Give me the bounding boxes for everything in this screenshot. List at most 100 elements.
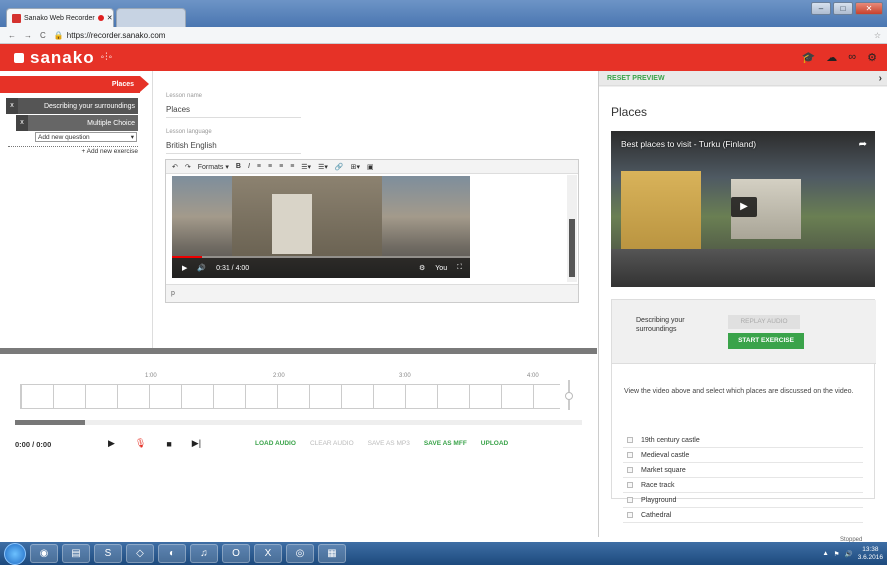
bullet-list-icon[interactable]: ☰▾	[301, 163, 311, 171]
list-item[interactable]: Playground	[623, 493, 863, 508]
reload-icon[interactable]: C	[40, 31, 46, 40]
rich-text-editor: ↶ ↷ Formats ▾ B I ≡ ≡ ≡ ≡ ☰▾ ☰▾ 🔗 ⊞▾ ▣ ▶…	[165, 159, 579, 303]
tree-lesson-places[interactable]: Places	[0, 76, 149, 93]
network-icon[interactable]: ▲	[822, 550, 828, 557]
skype-icon[interactable]: S	[94, 544, 122, 563]
add-question-select[interactable]: Add new question ▾	[35, 132, 137, 142]
play-icon[interactable]: ▶	[108, 438, 115, 449]
start-exercise-button[interactable]: START EXERCISE	[728, 333, 804, 349]
browser-tab-inactive[interactable]	[116, 8, 186, 27]
remove-exercise-button[interactable]: x	[6, 98, 18, 114]
checkbox[interactable]	[627, 452, 633, 458]
start-button[interactable]	[4, 542, 26, 565]
list-item[interactable]: Medieval castle	[623, 448, 863, 463]
list-item[interactable]: Market square	[623, 463, 863, 478]
gear-icon[interactable]: ⚙	[419, 264, 425, 272]
checkbox[interactable]	[627, 497, 633, 503]
align-center-icon[interactable]: ≡	[268, 163, 272, 170]
tree-question-row[interactable]: x Multiple Choice	[16, 115, 138, 131]
list-item[interactable]: 19th century castle	[623, 433, 863, 448]
link-icon[interactable]: ∞	[848, 51, 856, 64]
lesson-language-select[interactable]: British English	[166, 141, 301, 154]
bookmark-star-icon[interactable]: ☆	[874, 31, 881, 40]
load-audio-button[interactable]: LOAD AUDIO	[255, 440, 296, 447]
lesson-name-label: Lesson name	[166, 93, 203, 99]
undo-icon[interactable]: ↶	[172, 163, 178, 171]
system-tray: ▲ ⚑ 🔊 13:38 3.6.2016	[822, 542, 883, 565]
flag-icon[interactable]: ⚑	[834, 550, 840, 558]
volume-icon[interactable]: 🔊	[197, 264, 206, 272]
clock[interactable]: 13:38 3.6.2016	[858, 546, 883, 562]
excel-icon[interactable]: X	[254, 544, 282, 563]
add-exercise-link[interactable]: + Add new exercise	[8, 146, 138, 156]
youtube-video[interactable]: Best places to visit - Turku (Finland) ➦…	[611, 131, 875, 287]
microphone-icon[interactable]: 🎙	[135, 438, 146, 449]
remove-question-button[interactable]: x	[16, 115, 28, 131]
close-window-button[interactable]: ✕	[855, 2, 883, 15]
lesson-name-input[interactable]: Places	[166, 105, 301, 118]
formats-dropdown[interactable]: Formats ▾	[198, 163, 229, 171]
volume-slider-knob[interactable]	[565, 392, 573, 400]
tree-exercise-row[interactable]: x Describing your surroundings	[6, 98, 138, 114]
align-left-icon[interactable]: ≡	[257, 163, 261, 170]
checkbox[interactable]	[627, 482, 633, 488]
cloud-icon[interactable]: ☁	[826, 51, 837, 64]
checkbox[interactable]	[627, 512, 633, 518]
chevron-down-icon: ▾	[130, 134, 134, 141]
list-item[interactable]: Cathedral	[623, 508, 863, 523]
stop-icon[interactable]: ■	[166, 439, 171, 449]
graduation-cap-icon[interactable]: 🎓	[802, 51, 816, 64]
align-right-icon[interactable]: ≡	[279, 163, 283, 170]
app-icon[interactable]: ▦	[318, 544, 346, 563]
chrome-icon[interactable]: ◎	[286, 544, 314, 563]
app-icon[interactable]: ◇	[126, 544, 154, 563]
share-icon[interactable]: ➦	[859, 139, 867, 150]
editor-scrollbar-thumb[interactable]	[569, 219, 575, 277]
checkbox[interactable]	[627, 467, 633, 473]
audio-scrub-bar[interactable]	[15, 420, 582, 425]
speaker-icon[interactable]: 🔊	[845, 550, 853, 558]
embedded-video[interactable]: ▶ 🔊 0:31 / 4:00 ⚙ You ⛶	[172, 176, 470, 278]
table-icon[interactable]: ⊞▾	[351, 163, 360, 171]
back-arrow-icon[interactable]: ←	[8, 31, 16, 40]
reset-preview-button[interactable]: RESET PREVIEW	[607, 75, 665, 82]
numbered-list-icon[interactable]: ☰▾	[318, 163, 328, 171]
maximize-button[interactable]: □	[833, 2, 853, 15]
checkbox[interactable]	[627, 437, 633, 443]
clear-audio-button[interactable]: CLEAR AUDIO	[310, 440, 354, 447]
play-button-icon[interactable]: ▶	[731, 197, 757, 217]
media-icon[interactable]: ▣	[367, 163, 374, 171]
browser-tab-active[interactable]: Sanako Web Recorder ✕	[6, 8, 114, 27]
skip-end-icon[interactable]: ▶|	[192, 438, 201, 449]
editor-scrollbar[interactable]	[567, 175, 577, 282]
video-title[interactable]: Best places to visit - Turku (Finland)	[621, 139, 821, 149]
upload-button[interactable]: UPLOAD	[481, 440, 508, 447]
tab-close-icon[interactable]: ✕	[107, 14, 113, 22]
save-mff-button[interactable]: SAVE AS MFF	[424, 440, 467, 447]
youtube-logo-icon[interactable]: You	[435, 265, 447, 272]
italic-button[interactable]: I	[248, 163, 250, 170]
play-icon[interactable]: ▶	[182, 264, 187, 272]
firefox-icon[interactable]: ◐	[158, 544, 186, 563]
audio-timeline[interactable]: 1:00 2:00 3:00 4:00	[20, 373, 560, 409]
outlook-icon[interactable]: O	[222, 544, 250, 563]
url-field[interactable]: 🔒 https://recorder.sanako.com	[54, 31, 166, 40]
replay-audio-button[interactable]: REPLAY AUDIO	[728, 315, 800, 329]
gear-icon[interactable]: ⚙	[867, 51, 877, 64]
add-question-label: Add new question	[38, 134, 90, 141]
folder-icon[interactable]: ▤	[62, 544, 90, 563]
forward-arrow-icon[interactable]: →	[24, 31, 32, 40]
minimize-button[interactable]: –	[811, 2, 831, 15]
chevron-right-icon[interactable]: ›	[879, 71, 882, 86]
align-justify-icon[interactable]: ≡	[290, 163, 294, 170]
option-label: Medieval castle	[641, 451, 690, 459]
tick-label: 1:00	[145, 373, 157, 379]
bold-button[interactable]: B	[236, 163, 241, 170]
redo-icon[interactable]: ↷	[185, 163, 191, 171]
link-icon[interactable]: 🔗	[335, 163, 344, 171]
spotify-icon[interactable]: ◉	[30, 544, 58, 563]
list-item[interactable]: Race track	[623, 478, 863, 493]
save-mp3-button[interactable]: SAVE AS MP3	[368, 440, 410, 447]
fullscreen-icon[interactable]: ⛶	[457, 264, 462, 272]
itunes-icon[interactable]: ♫	[190, 544, 218, 563]
